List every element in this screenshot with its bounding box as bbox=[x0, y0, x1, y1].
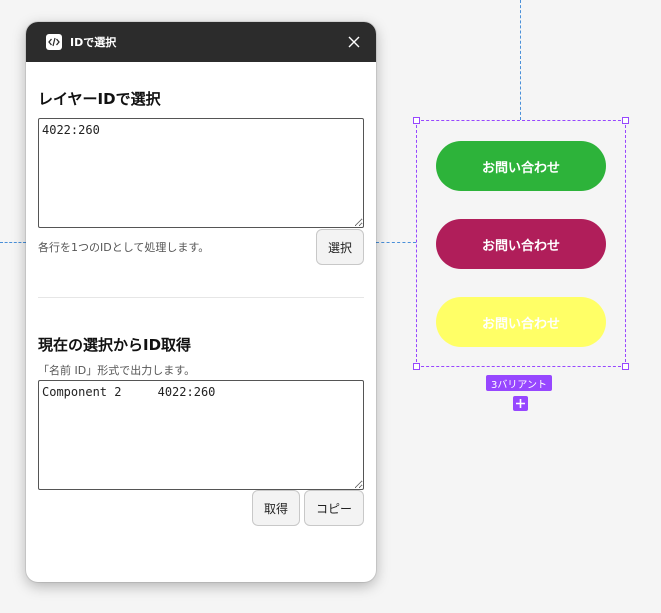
panel-titlebar: IDで選択 bbox=[26, 22, 376, 62]
panel-title: IDで選択 bbox=[70, 36, 117, 49]
plugin-panel: IDで選択 レイヤーIDで選択 4022:260 各行を1つのIDとして処理しま… bbox=[26, 22, 376, 582]
select-row: 各行を1つのIDとして処理します。 選択 bbox=[38, 229, 364, 265]
section-divider bbox=[38, 297, 364, 298]
id-output-textarea[interactable]: Component 2 4022:260 bbox=[38, 380, 364, 490]
select-hint: 各行を1つのIDとして処理します。 bbox=[38, 241, 210, 254]
vertical-guide-line bbox=[520, 0, 521, 120]
section-title-get-id: 現在の選択からID取得 bbox=[38, 336, 192, 354]
resize-handle-bottom-right[interactable] bbox=[622, 363, 629, 370]
variant-button-green[interactable]: お問い合わせ bbox=[436, 141, 606, 191]
panel-content: レイヤーIDで選択 4022:260 各行を1つのIDとして処理します。 選択 … bbox=[26, 88, 376, 526]
variant-label: お問い合わせ bbox=[481, 160, 560, 176]
variant-label: お問い合わせ bbox=[481, 316, 560, 332]
layer-id-input[interactable]: 4022:260 bbox=[38, 118, 364, 228]
select-button[interactable]: 選択 bbox=[315, 229, 364, 265]
get-button[interactable]: 取得 bbox=[251, 490, 300, 526]
variant-count-badge[interactable]: 3バリアント bbox=[486, 375, 552, 391]
add-variant-plus-icon[interactable] bbox=[513, 396, 528, 411]
section-title-select-by-id: レイヤーIDで選択 bbox=[38, 90, 161, 108]
horizontal-guide-line-mid bbox=[376, 242, 416, 243]
copy-button[interactable]: コピー bbox=[303, 490, 364, 526]
output-format-hint: 「名前 ID」形式で出力します。 bbox=[38, 364, 196, 377]
component-set-frame[interactable]: お問い合わせ お問い合わせ お問い合わせ bbox=[413, 117, 629, 370]
resize-handle-top-left[interactable] bbox=[413, 117, 420, 124]
code-icon bbox=[46, 34, 62, 50]
horizontal-guide-line-left bbox=[0, 242, 26, 243]
resize-handle-bottom-left[interactable] bbox=[413, 363, 420, 370]
output-button-row: 取得 コピー bbox=[38, 490, 364, 526]
variant-button-crimson[interactable]: お問い合わせ bbox=[436, 219, 606, 269]
resize-handle-top-right[interactable] bbox=[622, 117, 629, 124]
close-icon[interactable] bbox=[344, 32, 364, 52]
variant-button-yellow[interactable]: お問い合わせ bbox=[436, 297, 606, 347]
variant-label: お問い合わせ bbox=[481, 238, 560, 254]
